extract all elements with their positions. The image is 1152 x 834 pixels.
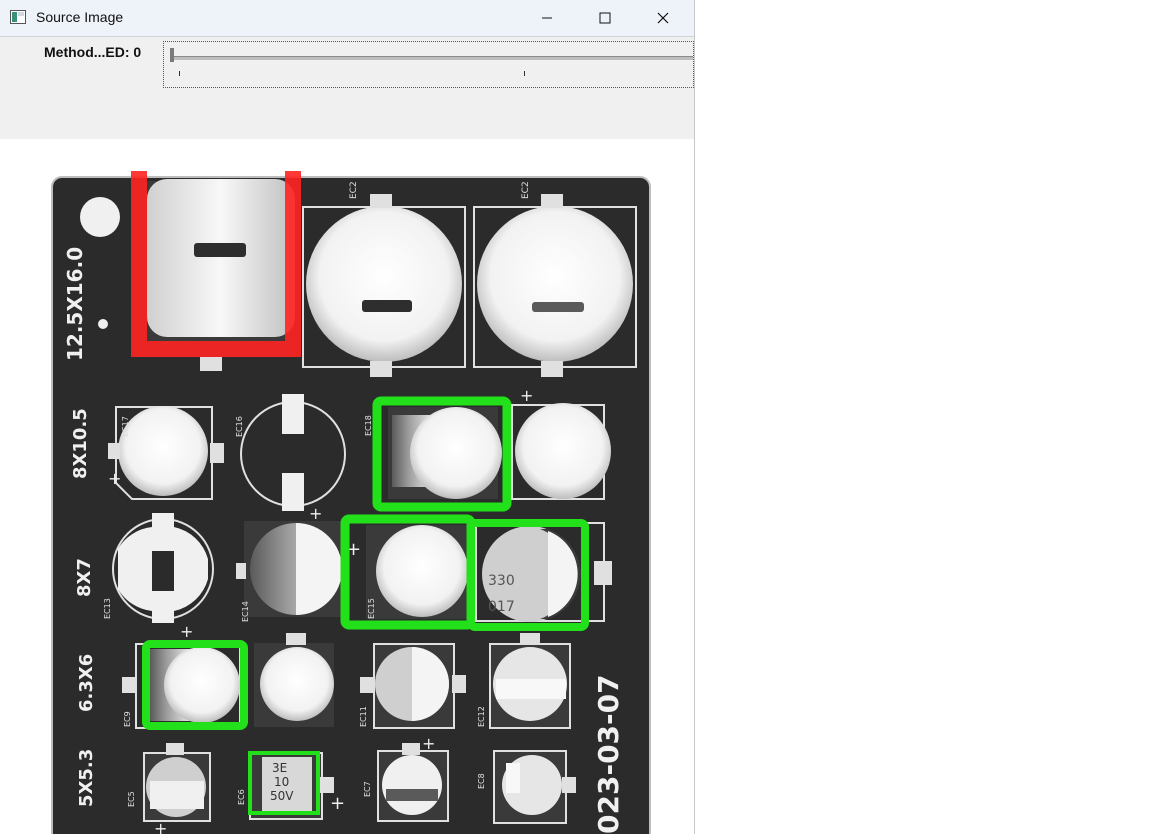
size-label-8x7: 8X7 [74, 558, 95, 597]
size-label-12: 12.5X16.0 [63, 247, 87, 361]
ec-label: EC5 [127, 791, 136, 807]
title-bar[interactable]: Source Image [0, 0, 694, 37]
capacitor-ec12: EC12 [477, 633, 571, 729]
cap-marking: 330 [488, 573, 515, 589]
svg-text:+: + [154, 819, 167, 834]
ec-label: EC15 [367, 598, 376, 619]
svg-text:+: + [309, 504, 322, 523]
maximize-icon [599, 12, 611, 24]
pcb-image: EC2 EC2 12.5X16.0 8X10.5 8X7 6.3X6 5X5.3… [51, 171, 651, 834]
fiducial-mark [98, 319, 108, 329]
cap-marking: 10 [274, 775, 289, 789]
date-label: 023-03-07 [592, 674, 625, 834]
svg-text:+: + [330, 793, 345, 814]
ec-label: EC9 [123, 711, 132, 727]
close-button[interactable] [634, 0, 692, 36]
size-label-63: 6.3X6 [76, 654, 97, 712]
ec-label: EC16 [235, 416, 244, 437]
svg-text:+: + [180, 622, 193, 641]
ec-label: EC12 [477, 706, 486, 727]
close-icon [657, 12, 669, 24]
ec-label: EC8 [477, 773, 486, 789]
slider-track [174, 56, 693, 60]
method-slider[interactable] [163, 41, 694, 88]
slider-thumb[interactable] [170, 48, 174, 62]
ec-label: EC11 [359, 706, 368, 727]
ec-label: EC2 [521, 181, 531, 199]
source-image-window: Source Image Method...ED: 0 EC2 EC2 12.5… [0, 0, 694, 834]
ec-label: EC2 [349, 181, 359, 199]
window-title: Source Image [36, 9, 124, 25]
capacitor-ec11: EC11 [359, 643, 466, 729]
svg-text:+: + [520, 386, 533, 405]
cap-marking: 50V [270, 789, 294, 803]
size-label-5x5: 5X5.3 [76, 749, 97, 807]
minimize-icon [542, 17, 552, 19]
size-label-8x10: 8X10.5 [70, 408, 91, 479]
source-image-canvas: EC2 EC2 12.5X16.0 8X10.5 8X7 6.3X6 5X5.3… [0, 139, 694, 834]
app-icon [10, 10, 26, 24]
method-label: Method...ED: 0 [44, 44, 142, 60]
ec-label: EC14 [241, 601, 250, 622]
ec-label: EC17 [121, 416, 130, 437]
mounting-hole [80, 197, 120, 237]
ec-label: EC7 [363, 781, 372, 797]
capacitor-ec14: EC14 [236, 521, 350, 622]
ec-label: EC18 [364, 415, 373, 436]
slider-tick [524, 71, 525, 76]
cap-marking: 017 [488, 599, 515, 615]
ec-label: EC6 [237, 789, 246, 805]
cap-marking: 3E [272, 761, 287, 775]
minimize-button[interactable] [518, 0, 576, 36]
slider-tick [179, 71, 180, 76]
ec-label: EC13 [103, 598, 112, 619]
control-panel: Method...ED: 0 [0, 37, 694, 139]
ec-label: EC10 [239, 706, 248, 727]
maximize-button[interactable] [576, 0, 634, 36]
svg-text:+: + [422, 734, 435, 753]
svg-text:+: + [108, 469, 121, 488]
